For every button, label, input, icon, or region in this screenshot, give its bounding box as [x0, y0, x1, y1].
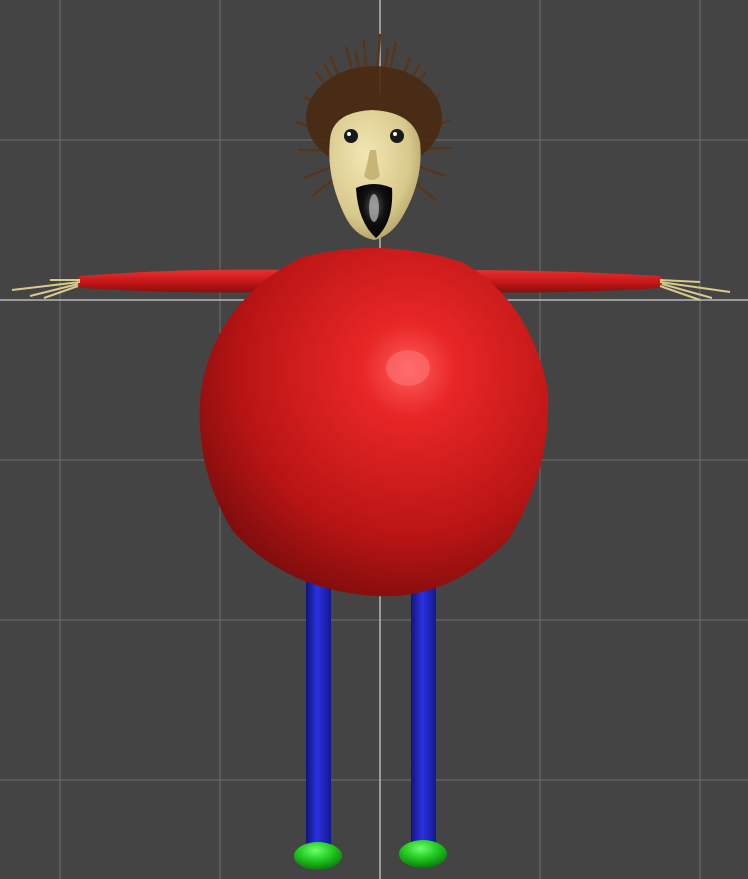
- right-eye: [390, 129, 404, 143]
- character-body: [199, 247, 549, 597]
- right-shoe: [399, 840, 447, 868]
- left-hand: [11, 279, 81, 299]
- character-legs: [306, 560, 436, 850]
- left-leg: [306, 560, 331, 850]
- right-hand: [659, 279, 731, 301]
- viewport-scene: [0, 0, 748, 879]
- body-highlight: [386, 350, 430, 386]
- 3d-viewport[interactable]: [0, 0, 748, 879]
- left-shoe: [294, 842, 342, 870]
- character-head: [329, 110, 421, 240]
- body-sphere: [199, 247, 549, 597]
- character-shoes: [294, 840, 447, 870]
- right-leg: [411, 560, 436, 850]
- left-eye: [344, 129, 358, 143]
